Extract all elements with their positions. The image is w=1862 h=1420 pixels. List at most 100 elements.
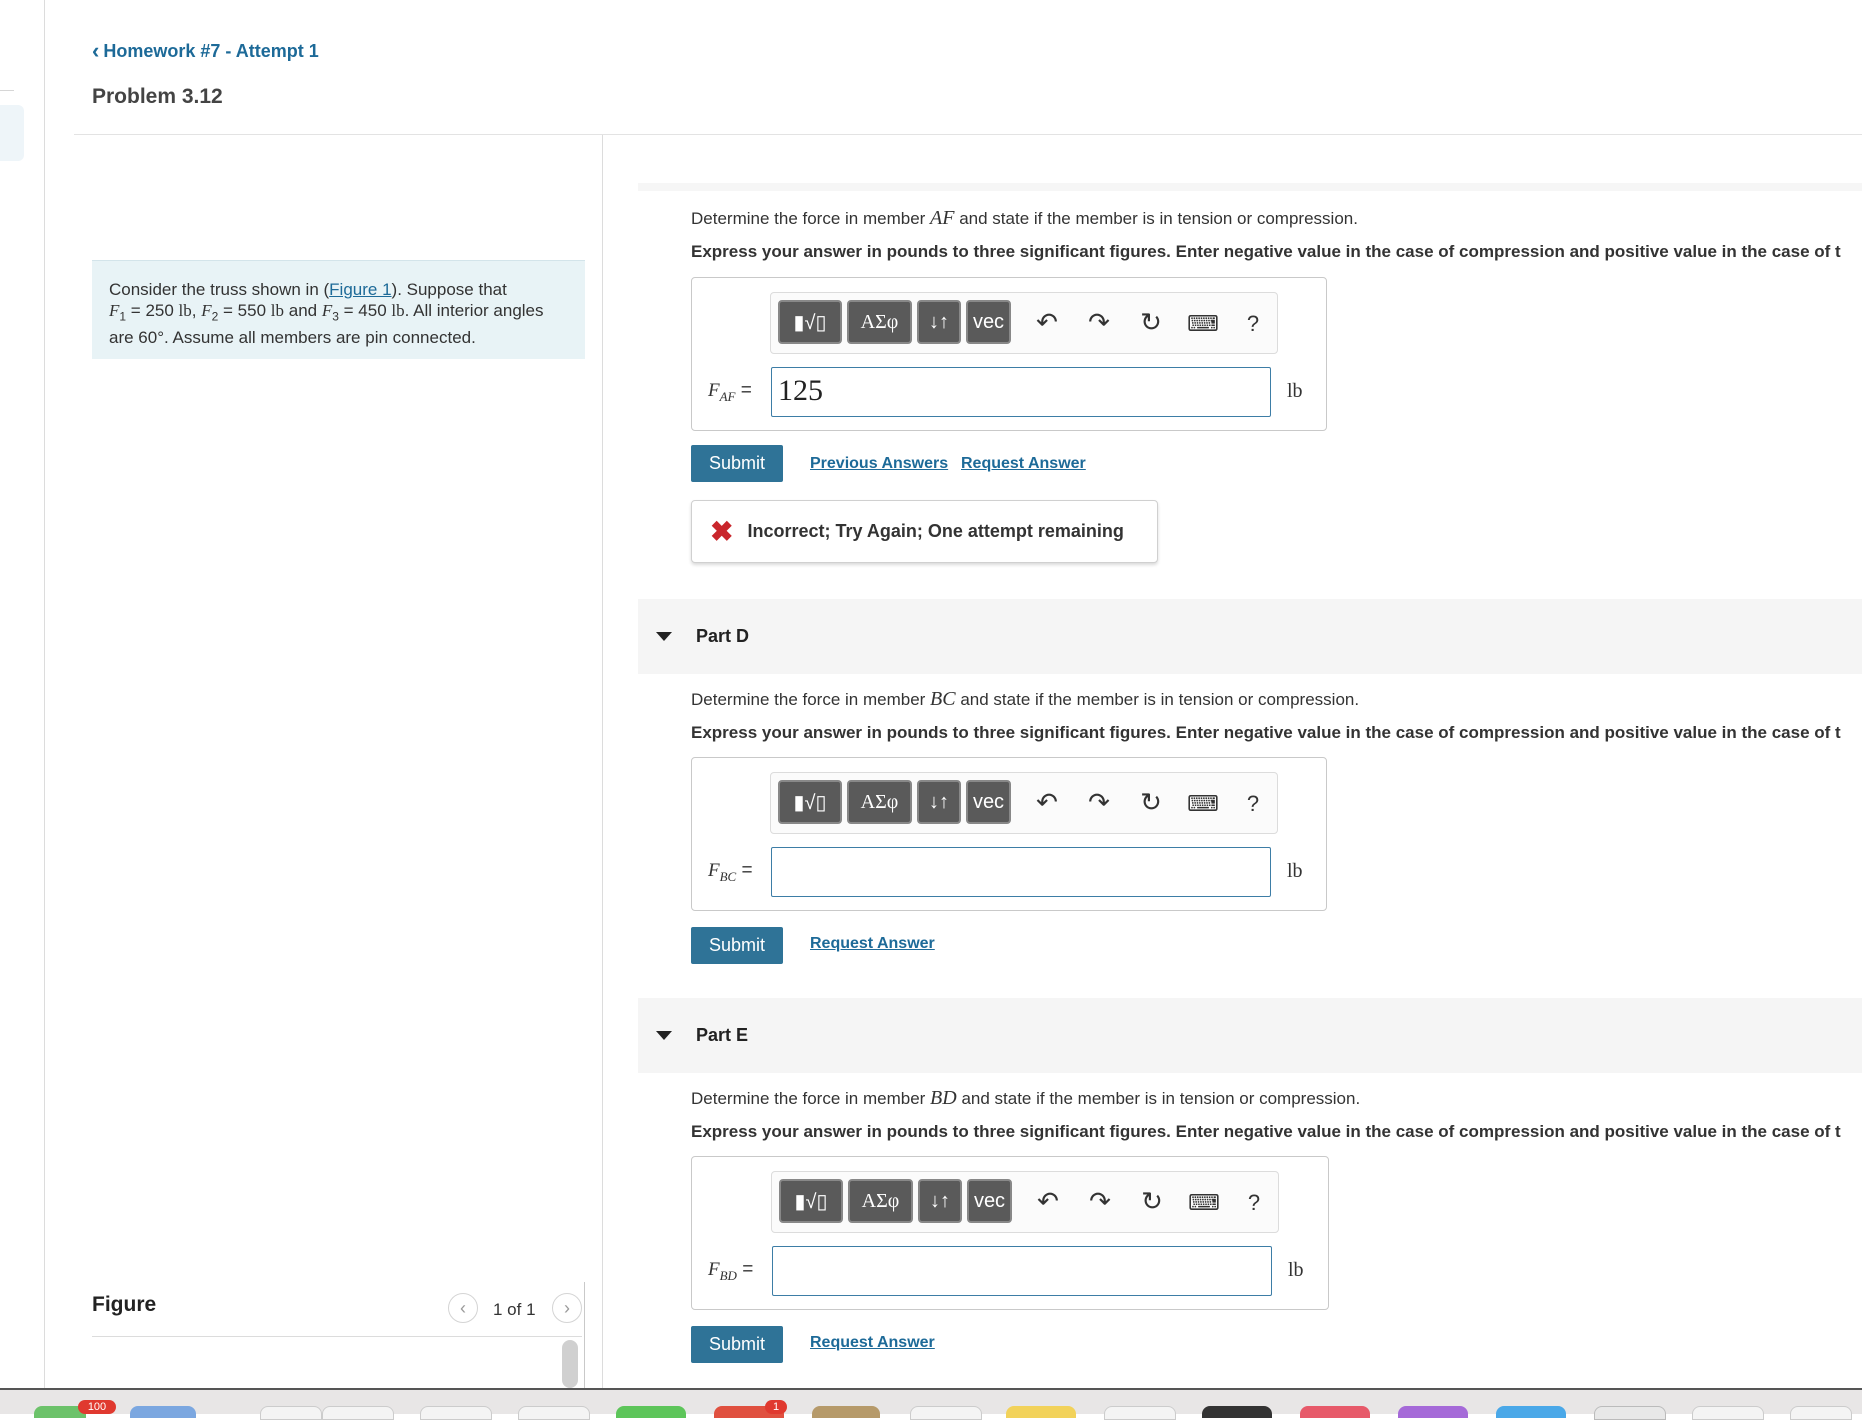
figure-link[interactable]: Figure 1 [329, 280, 391, 299]
templates-button[interactable]: ▮√▯ [778, 780, 842, 824]
dock-notification-badge: 1 [765, 1400, 787, 1414]
part-c-answer-input[interactable]: 125 [771, 367, 1271, 417]
part-e-math-toolbar: ▮√▯ ΑΣφ ↓↑ vec ↶ ↷ ↻ ⌨ ? [771, 1171, 1279, 1233]
vector-button[interactable]: vec [967, 1179, 1012, 1223]
previous-answers-link[interactable]: Previous Answers [810, 455, 948, 473]
part-d-answer-label: FBC = [708, 860, 753, 884]
templates-button[interactable]: ▮√▯ [779, 1179, 843, 1223]
figure-scroll-track [584, 1282, 585, 1388]
dock-app-icon[interactable] [1104, 1406, 1176, 1420]
part-c-unit: lb [1287, 380, 1303, 402]
reset-icon[interactable]: ↻ [1135, 787, 1167, 818]
part-d-question: Determine the force in member BC and sta… [691, 688, 1360, 710]
keyboard-icon[interactable]: ⌨ [1188, 1190, 1220, 1216]
part-e-instructions: Express your answer in pounds to three s… [691, 1122, 1841, 1141]
feedback-message: ✖ Incorrect; Try Again; One attempt rema… [691, 500, 1158, 563]
part-e-question: Determine the force in member BD and sta… [691, 1087, 1361, 1109]
keyboard-icon[interactable]: ⌨ [1187, 311, 1219, 337]
part-e-submit-button[interactable]: Submit [691, 1326, 783, 1363]
dock-app-icon[interactable] [1300, 1406, 1370, 1418]
part-c-instructions: Express your answer in pounds to three s… [691, 242, 1841, 261]
greek-symbols-button[interactable]: ΑΣφ [847, 780, 912, 824]
undo-icon[interactable]: ↶ [1031, 787, 1063, 818]
caret-down-icon [656, 632, 672, 641]
part-c-request-answer-link[interactable]: Request Answer [961, 455, 1086, 473]
chevron-right-icon: › [564, 1297, 570, 1318]
subscript-superscript-button[interactable]: ↓↑ [917, 300, 961, 344]
dock-app-icon[interactable] [518, 1406, 590, 1420]
part-c-submit-button[interactable]: Submit [691, 445, 783, 482]
part-e-answer-label: FBD = [708, 1259, 754, 1283]
figure-next-button[interactable]: › [552, 1293, 582, 1323]
error-x-icon: ✖ [710, 516, 734, 547]
dock-app-icon[interactable] [910, 1406, 982, 1420]
figure-page-count: 1 of 1 [493, 1300, 536, 1319]
keyboard-icon[interactable]: ⌨ [1187, 791, 1219, 817]
part-d-answer-box: ▮√▯ ΑΣφ ↓↑ vec ↶ ↷ ↻ ⌨ ? FBC = lb [691, 757, 1327, 911]
subscript-superscript-button[interactable]: ↓↑ [918, 1179, 962, 1223]
figure-prev-button[interactable]: ‹ [448, 1293, 478, 1323]
dock-app-icon[interactable] [1692, 1406, 1764, 1420]
vector-button[interactable]: vec [966, 300, 1011, 344]
part-d-instructions: Express your answer in pounds to three s… [691, 723, 1841, 742]
dock-app-icon[interactable] [1496, 1406, 1566, 1418]
caret-down-icon [656, 1031, 672, 1040]
dock-notification-badge: 100 [78, 1400, 116, 1414]
part-c-top-band [638, 183, 1862, 191]
undo-icon[interactable]: ↶ [1032, 1186, 1064, 1217]
part-e-answer-input[interactable] [772, 1246, 1272, 1296]
vector-button[interactable]: vec [966, 780, 1011, 824]
part-c-math-toolbar: ▮√▯ ΑΣφ ↓↑ vec ↶ ↷ ↻ ⌨ ? [770, 292, 1278, 354]
left-rail [0, 0, 45, 1388]
greek-symbols-button[interactable]: ΑΣφ [847, 300, 912, 344]
column-divider [602, 135, 603, 1388]
dock-app-icon[interactable] [1594, 1406, 1666, 1420]
dock-app-icon[interactable] [812, 1406, 880, 1418]
part-c-question: Determine the force in member AF and sta… [691, 207, 1358, 229]
back-link[interactable]: ‹ Homework #7 - Attempt 1 [92, 38, 319, 64]
part-e-answer-box: ▮√▯ ΑΣφ ↓↑ vec ↶ ↷ ↻ ⌨ ? FBD = lb [691, 1156, 1329, 1310]
help-button[interactable]: ? [1237, 311, 1269, 337]
part-d-header[interactable]: Part D [638, 599, 1862, 674]
chevron-left-icon: ‹ [92, 38, 100, 63]
reset-icon[interactable]: ↻ [1136, 1186, 1168, 1217]
reset-icon[interactable]: ↻ [1135, 307, 1167, 338]
rail-tab[interactable] [0, 105, 24, 161]
part-d-title: Part D [696, 626, 750, 646]
help-button[interactable]: ? [1238, 1190, 1270, 1216]
part-e-title: Part E [696, 1025, 749, 1045]
part-c-answer-box: ▮√▯ ΑΣφ ↓↑ vec ↶ ↷ ↻ ⌨ ? FAF = 125 lb [691, 277, 1327, 431]
back-link-label: Homework #7 - Attempt 1 [103, 40, 319, 61]
part-d-request-answer-link[interactable]: Request Answer [810, 935, 935, 953]
figure-scrollbar[interactable] [562, 1340, 578, 1388]
part-e-request-answer-link[interactable]: Request Answer [810, 1334, 935, 1352]
problem-statement: Consider the truss shown in (Figure 1). … [92, 260, 585, 359]
figure-heading: Figure [92, 1293, 157, 1316]
redo-icon[interactable]: ↷ [1083, 787, 1115, 818]
dock-app-icon[interactable] [260, 1406, 322, 1420]
part-e-unit: lb [1288, 1259, 1304, 1281]
dock-app-icon[interactable] [420, 1406, 492, 1420]
rail-divider [0, 90, 14, 91]
undo-icon[interactable]: ↶ [1031, 307, 1063, 338]
header-divider [74, 134, 1862, 135]
redo-icon[interactable]: ↷ [1084, 1186, 1116, 1217]
dock-app-icon[interactable] [1398, 1406, 1468, 1418]
dock-app-icon[interactable] [130, 1406, 196, 1418]
part-c-answer-label: FAF = [708, 380, 752, 404]
dock-app-icon[interactable] [1202, 1406, 1272, 1418]
dock-app-icon[interactable] [616, 1406, 686, 1418]
dock-app-icon[interactable] [1790, 1406, 1852, 1420]
help-button[interactable]: ? [1237, 791, 1269, 817]
dock-app-icon[interactable] [322, 1406, 394, 1420]
part-d-submit-button[interactable]: Submit [691, 927, 783, 964]
templates-button[interactable]: ▮√▯ [778, 300, 842, 344]
chevron-left-icon: ‹ [460, 1297, 466, 1318]
subscript-superscript-button[interactable]: ↓↑ [917, 780, 961, 824]
greek-symbols-button[interactable]: ΑΣφ [848, 1179, 913, 1223]
part-d-unit: lb [1287, 860, 1303, 882]
part-e-header[interactable]: Part E [638, 998, 1862, 1073]
part-d-answer-input[interactable] [771, 847, 1271, 897]
redo-icon[interactable]: ↷ [1083, 307, 1115, 338]
dock-app-icon[interactable] [1006, 1406, 1076, 1418]
